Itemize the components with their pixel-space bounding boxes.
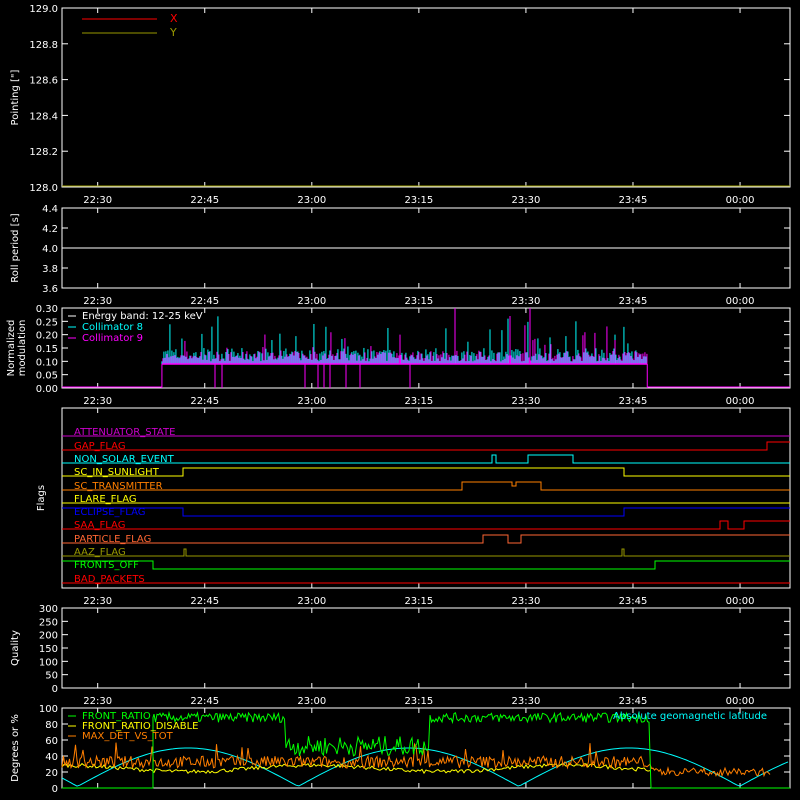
y-tick-label: 128.0	[29, 183, 58, 194]
x-tick-label: 23:00	[297, 696, 326, 707]
y-tick-label: 0.25	[36, 317, 58, 328]
legend-label-2: Collimator 8	[82, 322, 143, 333]
y-tick-label: 3.8	[42, 264, 58, 275]
y-tick-label: 0.20	[36, 331, 58, 342]
y-tick-label: 100	[39, 704, 58, 715]
y-tick-label: 0.10	[36, 357, 58, 368]
x-tick-label: 23:00	[297, 396, 326, 407]
y-tick-label: 0.05	[36, 371, 58, 382]
flag-label-non-solar-event: NON_SOLAR_EVENT	[74, 454, 175, 465]
x-tick-label: 23:00	[297, 296, 326, 307]
flag-label-saa-flag: SAA_FLAG	[74, 520, 125, 531]
flag-label-bad-packets: BAD_PACKETS	[74, 574, 145, 585]
y-tick-label: 150	[39, 644, 58, 655]
x-tick-label: 23:45	[619, 596, 648, 607]
x-tick-label: 23:15	[404, 596, 433, 607]
legend-label-3: Collimator 9	[82, 333, 143, 344]
flag-label-sc-in-sunlight: SC_IN_SUNLIGHT	[74, 467, 160, 478]
x-tick-label: 22:45	[190, 195, 219, 206]
y-tick-label: 128.2	[29, 147, 58, 158]
legend-label-x: X	[170, 12, 178, 25]
x-tick-label: 22:45	[190, 296, 219, 307]
x-tick-label: 22:30	[83, 396, 112, 407]
x-tick-label: 00:00	[726, 696, 755, 707]
y-tick-label: 0	[52, 784, 58, 795]
x-tick-label: 23:45	[619, 296, 648, 307]
y-tick-label: 4.4	[42, 204, 58, 215]
y-axis-label: Quality	[10, 630, 21, 666]
legend-label-1: Energy band: 12-25 keV	[82, 311, 203, 322]
rhessi-observing-summary: 22:30 22:45 23:00 23:15 23:30 23:45 00:00 129.0…	[0, 0, 800, 800]
x-tick-label: 23:30	[512, 396, 541, 407]
flag-label-aaz-flag: AAZ_FLAG	[74, 547, 126, 558]
x-tick-label: 00:00	[726, 596, 755, 607]
x-tick-label: 22:30	[83, 296, 112, 307]
x-tick-label: 22:30	[83, 596, 112, 607]
y-tick-label: 50	[45, 671, 58, 682]
y-axis-label: Pointing ["]	[10, 69, 21, 125]
x-tick-label: 23:00	[297, 596, 326, 607]
y-tick-label: 0	[52, 684, 58, 695]
flag-label-gap-flag: GAP_FLAG	[74, 441, 126, 452]
y-tick-label: 0.00	[36, 384, 58, 395]
y-tick-label: 250	[39, 617, 58, 628]
y-axis-label: Roll period [s]	[10, 213, 21, 282]
x-tick-label: 23:30	[512, 296, 541, 307]
x-tick-label: 23:15	[404, 696, 433, 707]
y-tick-label: 4.0	[42, 244, 58, 255]
y-axis-label: Degrees or %	[10, 714, 21, 782]
x-tick-label: 23:15	[404, 195, 433, 206]
y-tick-label: 128.4	[29, 111, 58, 122]
x-tick-label: 23:45	[619, 396, 648, 407]
background	[0, 0, 800, 800]
y-tick-label: 128.6	[29, 76, 58, 87]
flag-label-particle-flag: PARTICLE_FLAG	[74, 534, 151, 545]
y-axis-label: modulation	[17, 320, 28, 377]
legend-label-geomagnetic: Absolute geomagnetic latitude	[613, 711, 767, 722]
x-tick-label: 23:30	[512, 696, 541, 707]
legend-label-y: Y	[169, 26, 177, 39]
x-tick-label: 23:45	[619, 696, 648, 707]
y-tick-label: 60	[45, 736, 58, 747]
y-tick-label: 300	[39, 604, 58, 615]
flag-label-flare-flag: FLARE_FLAG	[74, 494, 137, 505]
y-tick-label: 129.0	[29, 4, 58, 15]
x-tick-label: 22:45	[190, 596, 219, 607]
x-tick-label: 22:45	[190, 696, 219, 707]
x-tick-label: 23:45	[619, 195, 648, 206]
y-tick-label: 80	[45, 720, 58, 731]
y-tick-label: 200	[39, 631, 58, 642]
x-tick-label: 22:30	[83, 195, 112, 206]
x-tick-label: 23:30	[512, 596, 541, 607]
legend-label-3: MAX_DET_VS_TOT	[82, 731, 174, 742]
y-tick-label: 3.6	[42, 284, 58, 295]
y-axis-label: Flags	[36, 485, 47, 511]
y-tick-label: 100	[39, 657, 58, 668]
y-axis-label: Normalized	[6, 320, 17, 377]
x-tick-label: 00:00	[726, 396, 755, 407]
x-tick-label: 00:00	[726, 195, 755, 206]
y-tick-label: 0.15	[36, 344, 58, 355]
x-tick-label: 23:15	[404, 296, 433, 307]
x-tick-label: 23:15	[404, 396, 433, 407]
y-tick-label: 4.2	[42, 224, 58, 235]
x-tick-label: 23:00	[297, 195, 326, 206]
y-tick-label: 20	[45, 768, 58, 779]
x-tick-label: 23:30	[512, 195, 541, 206]
flag-label-attenuator-state: ATTENUATOR_STATE	[74, 427, 175, 438]
y-tick-label: 128.8	[29, 40, 58, 51]
x-tick-label: 00:00	[726, 296, 755, 307]
x-tick-label: 22:45	[190, 396, 219, 407]
flag-label-eclipse-flag: ECLIPSE_FLAG	[74, 507, 145, 518]
x-tick-label: 22:30	[83, 696, 112, 707]
y-tick-label: 40	[45, 752, 58, 763]
flag-label-fronts-off: FRONTS_OFF	[74, 560, 139, 571]
flag-label-sc-transmitter: SC_TRANSMITTER	[74, 481, 163, 492]
y-tick-label: 0.30	[36, 304, 58, 315]
